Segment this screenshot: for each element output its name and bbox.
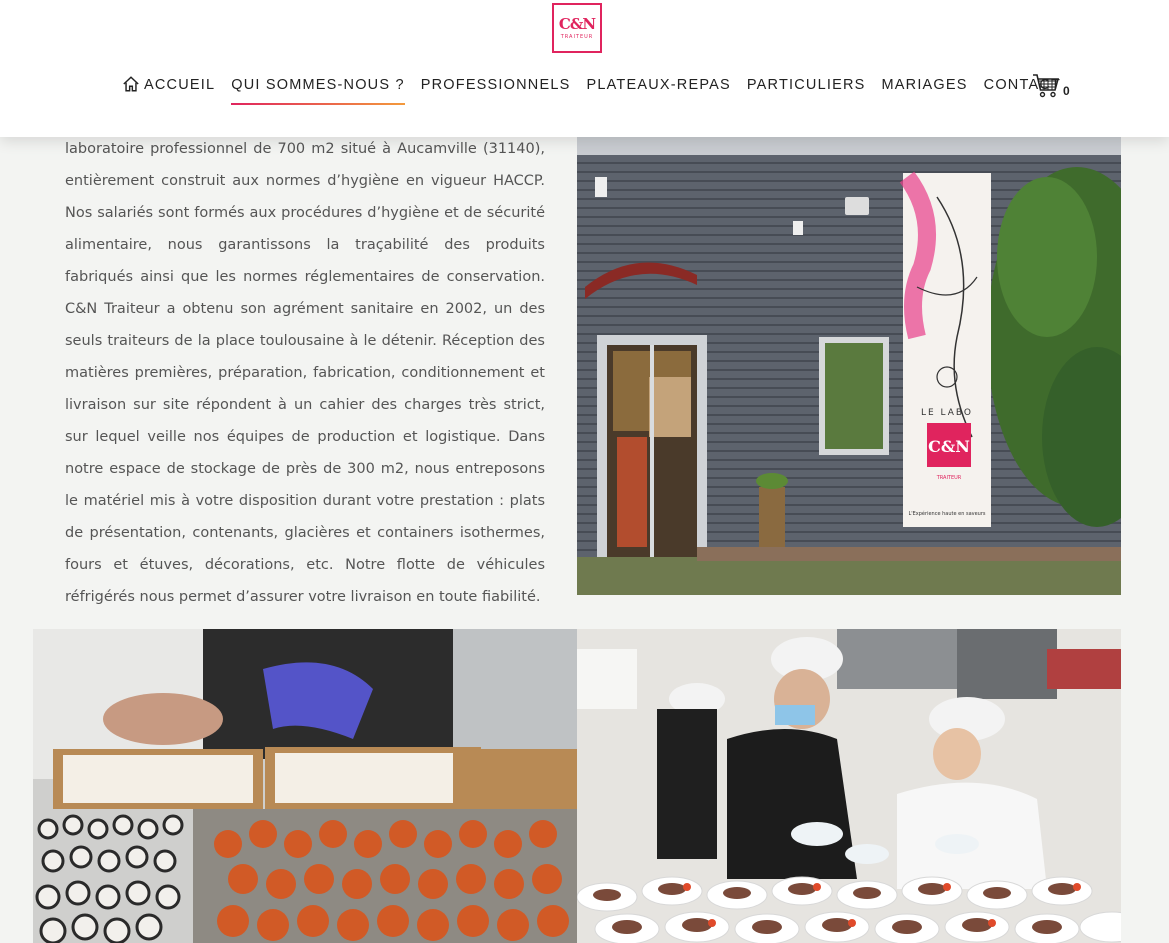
nav-item-professionnels[interactable]: PROFESSIONNELS [421,74,571,106]
logo-text: C&N [558,15,596,33]
about-paragraph: laboratoire professionnel de 700 m2 situ… [65,141,545,605]
site-header: C&N TRAITEUR ACCUEIL QUI SOMMES-NOUS ? P… [0,0,1169,137]
cart-icon [1033,74,1060,98]
lab-sign-sub: TRAITEUR [936,475,962,481]
cart-count: 0 [1063,84,1070,98]
main-nav: ACCUEIL QUI SOMMES-NOUS ? PROFESSIONNELS… [122,74,1077,106]
nav-label: QUI SOMMES-NOUS ? [231,77,405,93]
lab-building-photo: LE LABO C&N TRAITEUR L'Expérience haute … [577,137,1121,595]
nav-item-accueil[interactable]: ACCUEIL [122,74,215,106]
kitchen-team-photo [577,629,1121,943]
brand-logo[interactable]: C&N TRAITEUR [552,3,602,53]
lab-sign-brand: C&N [928,437,970,456]
nav-label: PROFESSIONNELS [420,77,571,93]
lab-sign-tagline: L'Expérience haute en saveurs [908,510,985,517]
cart-button[interactable]: 0 [1032,72,1070,98]
nav-item-particuliers[interactable]: PARTICULIERS [747,74,866,106]
home-icon [123,76,139,92]
lab-sign-top: LE LABO [921,408,973,418]
nav-item-qui-sommes-nous[interactable]: QUI SOMMES-NOUS ? [231,74,406,106]
nav-item-mariages[interactable]: MARIAGES [882,74,968,106]
nav-label: PLATEAUX-REPAS [586,77,731,93]
nav-label: ACCUEIL [144,77,216,93]
food-preparation-photo [33,629,577,943]
nav-label: MARIAGES [881,77,968,93]
logo-subtext: TRAITEUR [560,34,594,40]
nav-item-plateaux-repas[interactable]: PLATEAUX-REPAS [586,74,730,106]
nav-label: PARTICULIERS [746,77,866,93]
